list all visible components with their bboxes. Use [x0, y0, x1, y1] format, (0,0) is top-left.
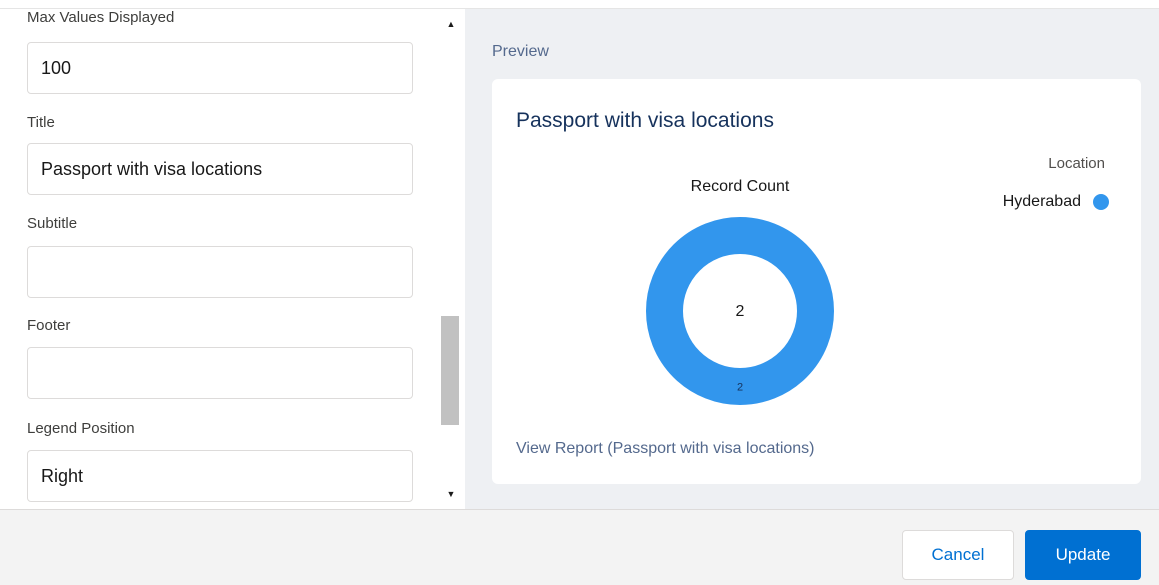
footer-input[interactable] [27, 347, 413, 399]
scroll-thumb[interactable] [441, 316, 459, 425]
legend-item-label: Hyderabad [1002, 193, 1081, 210]
max-values-input[interactable]: 100 [27, 42, 413, 94]
cancel-button[interactable]: Cancel [902, 530, 1014, 580]
preview-heading: Preview [492, 43, 549, 60]
subtitle-input[interactable] [27, 246, 413, 298]
center-value: 2 [736, 303, 745, 320]
preview-panel: Preview Passport with visa locations Rec… [465, 9, 1159, 509]
donut-slice-label: 2 [737, 382, 743, 394]
footer-label: Footer [27, 317, 71, 334]
legend-dot-icon [1093, 194, 1109, 210]
legend-position-label: Legend Position [27, 420, 135, 437]
chart-preview-card: Passport with visa locations Record Coun… [492, 79, 1141, 484]
title-label: Title [27, 114, 55, 131]
chart-properties-form: Max Values Displayed 100 Title Passport … [0, 9, 436, 509]
measure-label: Record Count [691, 178, 790, 195]
scroll-up-arrow-icon[interactable]: ▲ [437, 15, 465, 33]
max-values-label: Max Values Displayed [27, 9, 175, 26]
update-button[interactable]: Update [1025, 530, 1141, 580]
title-input[interactable]: Passport with visa locations [27, 143, 413, 195]
legend-position-input[interactable]: Right [27, 450, 413, 502]
form-scrollbar[interactable]: ▲ ▼ [437, 9, 465, 509]
scroll-down-arrow-icon[interactable]: ▼ [437, 485, 465, 503]
modal-footer: Cancel Update [0, 509, 1159, 585]
legend-title: Location [1048, 155, 1105, 172]
legend-item-hyderabad[interactable]: Hyderabad [1003, 193, 1109, 211]
donut-chart: Record Count 2 2 [646, 178, 834, 405]
top-border [0, 0, 1159, 9]
view-report-link[interactable]: View Report (Passport with visa location… [516, 440, 815, 458]
subtitle-label: Subtitle [27, 215, 78, 232]
